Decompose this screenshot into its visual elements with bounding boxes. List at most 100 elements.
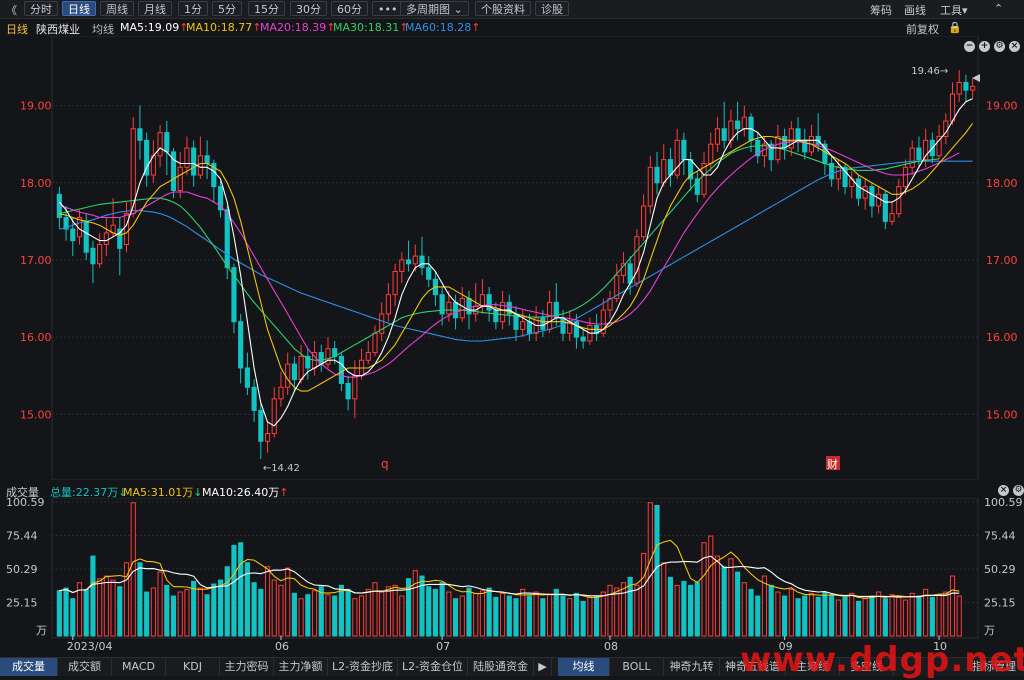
volume-chart[interactable]: 100.59 100.59 75.44 75.44 50.29 50.29 25.15 25.… (0, 498, 1024, 654)
volume-bar (600, 591, 606, 637)
volume-bar (540, 598, 546, 637)
candle-body (869, 186, 875, 207)
volume-bar (956, 595, 962, 637)
period-button-60min[interactable]: 60分 (331, 1, 368, 16)
tab-turnover[interactable]: 成交额 (58, 658, 112, 676)
event-marker-q: q (381, 457, 389, 471)
volume-bar (452, 598, 459, 637)
volume-bar (567, 598, 573, 637)
volume-bar (197, 587, 203, 637)
volume-bar (520, 588, 526, 637)
candle-body (855, 178, 862, 199)
play-icon[interactable]: ▶ (534, 658, 552, 676)
tab-main-net[interactable]: 主力净额 (274, 658, 328, 676)
volume-bar (466, 587, 472, 637)
tab-macd[interactable]: MACD (112, 658, 166, 676)
candle-body (278, 386, 284, 400)
back-icon[interactable]: 《 (6, 2, 17, 18)
volume-bar (815, 596, 821, 637)
more-periods-button[interactable]: ••• (372, 1, 404, 16)
volume-bar (251, 582, 257, 637)
collapse-icon[interactable]: ⌃ (994, 2, 1003, 15)
volume-y-tick-right: 25.15 (984, 596, 1016, 609)
volume-bar (513, 598, 519, 637)
tools-dropdown[interactable]: 工具▾ (940, 2, 968, 18)
volume-bar (150, 587, 156, 637)
candle-body (325, 348, 331, 365)
volume-bar (674, 584, 680, 637)
ma60-value: MA60:18.28↑ (405, 21, 480, 34)
candle-body (446, 301, 452, 315)
candle-body (956, 81, 962, 95)
period-button-30min[interactable]: 30分 (290, 1, 327, 16)
multi-period-dropdown[interactable]: 多周期图 ⌄ (400, 1, 469, 16)
volume-bar (479, 590, 486, 637)
volume-bar (264, 566, 271, 637)
candle-body (412, 255, 418, 265)
ma20-text: MA20:18.39 (260, 21, 327, 34)
tab-l2-position[interactable]: L2-资金仓位 (398, 658, 468, 676)
candle-body (137, 128, 143, 141)
tab-ma[interactable]: 均线 (558, 658, 610, 676)
candle-body (345, 382, 351, 400)
tab-northbound[interactable]: 陆股通资金 (468, 658, 534, 676)
volume-bar (352, 598, 358, 637)
ma10-value: MA10:18.77↑ (186, 21, 261, 34)
tab-boll[interactable]: BOLL (610, 658, 664, 676)
volume-bar (311, 590, 318, 637)
volume-bar (795, 598, 801, 637)
period-button-1min[interactable]: 1分 (178, 1, 208, 16)
chevron-down-icon: ⌄ (453, 3, 463, 16)
volume-bar (177, 591, 183, 637)
close-icon[interactable]: × (998, 485, 1009, 496)
candle-body (882, 193, 888, 222)
period-button-monthly[interactable]: 月线 (138, 1, 172, 16)
period-button-daily[interactable]: 日线 (62, 1, 96, 16)
volume-bar (546, 594, 553, 637)
volume-bar (184, 588, 190, 637)
tab-magic-nine[interactable]: 神奇九转 (664, 658, 720, 676)
ma30-text: MA30:18.31 (333, 21, 400, 34)
settings-icon[interactable]: ⚙ (1013, 485, 1024, 496)
volume-bar (204, 594, 210, 637)
chips-button[interactable]: 筹码 (870, 2, 892, 18)
candle-body (916, 147, 922, 161)
candle-body (486, 294, 492, 311)
y-tick-label-right: 18.00 (986, 177, 1018, 190)
diagnose-button[interactable]: 诊股 (535, 1, 569, 16)
period-button-15min[interactable]: 15分 (248, 1, 285, 16)
candle-body (372, 332, 378, 354)
tab-volume[interactable]: 成交量 (0, 658, 58, 676)
volume-bar (694, 582, 700, 637)
period-button-weekly[interactable]: 周线 (100, 1, 134, 16)
candle-body (862, 186, 868, 199)
volume-unit-right: 万 (984, 624, 995, 637)
current-price-marker (972, 74, 980, 82)
draw-line-button[interactable]: 画线 (904, 2, 926, 18)
candlestick-chart[interactable]: 19.00 19.00 18.00 18.00 17.00 17.00 16.00 16.00… (0, 36, 1024, 480)
ma-label[interactable]: 均线 (92, 21, 114, 37)
stock-info-button[interactable]: 个股资料 (475, 1, 531, 16)
candle-body (795, 128, 801, 141)
tools-label: 工具 (940, 4, 962, 17)
candle-body (365, 352, 371, 361)
candle-body (708, 143, 714, 164)
volume-bar (889, 594, 895, 637)
tab-main-code[interactable]: 主力密码 (220, 658, 274, 676)
period-button-5min[interactable]: 5分 (212, 1, 242, 16)
volume-bar (385, 586, 391, 637)
candle-body (157, 132, 163, 157)
adjust-button[interactable]: 前复权 (906, 21, 939, 37)
x-tick-label: 2023/04 (67, 640, 113, 653)
candle-body (721, 128, 727, 141)
low-price-label: ←14.42 (263, 463, 300, 474)
volume-bar (594, 595, 600, 637)
lock-icon[interactable]: 🔒 (948, 21, 962, 34)
tab-l2-bottom[interactable]: L2-资金抄底 (328, 658, 398, 676)
volume-bar (573, 592, 580, 637)
volume-bar (641, 552, 647, 637)
volume-y-tick-right: 50.29 (984, 563, 1016, 576)
tab-kdj[interactable]: KDJ (166, 658, 220, 676)
period-button-minute[interactable]: 分时 (24, 1, 58, 16)
y-tick-label-left: 17.00 (20, 254, 52, 267)
